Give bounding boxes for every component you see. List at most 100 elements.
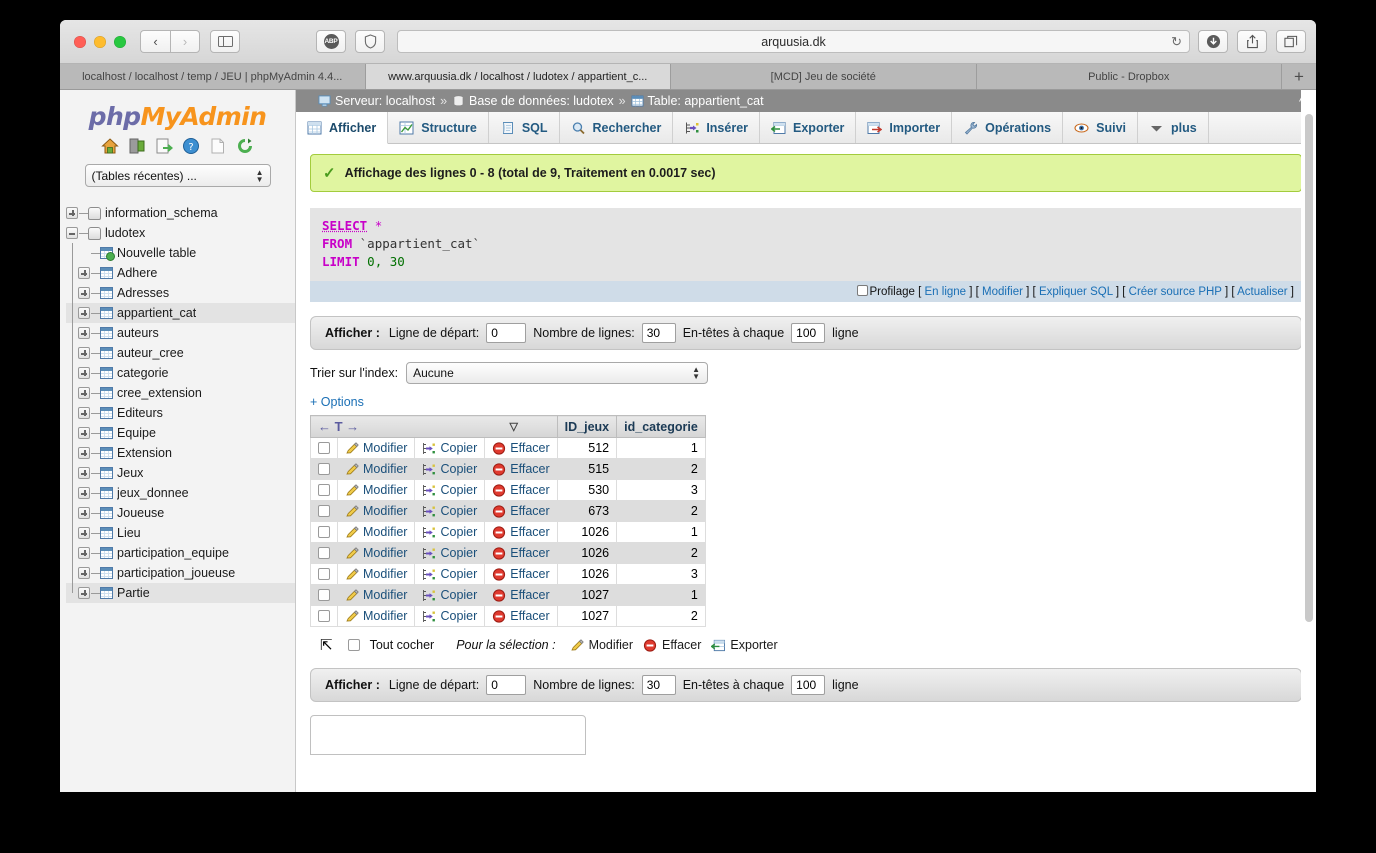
- row-copier-cell[interactable]: Copier: [414, 479, 486, 501]
- row-modifier-cell[interactable]: Modifier: [336, 479, 416, 501]
- row-copier-link[interactable]: Copier: [440, 504, 477, 518]
- row-checkbox-cell[interactable]: [310, 437, 338, 459]
- cell-id-categorie[interactable]: 1: [616, 521, 706, 543]
- tree-item-auteur-cree[interactable]: auteur_cree: [66, 343, 295, 363]
- row-copier-link[interactable]: Copier: [440, 441, 477, 455]
- header-id-jeux[interactable]: ID_jeux: [556, 415, 618, 438]
- row-checkbox-cell[interactable]: [310, 584, 338, 606]
- row-modifier-cell[interactable]: Modifier: [336, 542, 416, 564]
- cell-id-categorie[interactable]: 1: [616, 584, 706, 606]
- row-effacer-link[interactable]: Effacer: [510, 588, 549, 602]
- row-checkbox-cell[interactable]: [310, 479, 338, 501]
- cell-id-categorie[interactable]: 1: [616, 437, 706, 459]
- tree-item-lieu[interactable]: Lieu: [66, 523, 295, 543]
- table-row[interactable]: Modifier Copier Effacer 1026 1: [310, 521, 706, 543]
- browser-tab-0[interactable]: localhost / localhost / temp / JEU | php…: [60, 64, 366, 89]
- row-checkbox[interactable]: [318, 568, 330, 580]
- check-all-checkbox[interactable]: [347, 639, 360, 651]
- tree-item-ludotex[interactable]: ludotex: [66, 223, 295, 243]
- browser-tab-3[interactable]: Public - Dropbox: [976, 64, 1282, 89]
- row-modifier-link[interactable]: Modifier: [363, 609, 407, 623]
- row-modifier-link[interactable]: Modifier: [363, 483, 407, 497]
- num-rows-input-top[interactable]: 30: [641, 323, 676, 343]
- tree-item-information-schema[interactable]: information_schema: [66, 203, 295, 223]
- table-row[interactable]: Modifier Copier Effacer 1027 1: [310, 584, 706, 606]
- tab-afficher[interactable]: Afficher: [296, 112, 389, 144]
- privacy-shield-button[interactable]: [355, 30, 385, 53]
- expand-icon[interactable]: [78, 307, 90, 319]
- tree-item-auteurs[interactable]: auteurs: [66, 323, 295, 343]
- row-modifier-link[interactable]: Modifier: [363, 441, 407, 455]
- table-row[interactable]: Modifier Copier Effacer 673 2: [310, 500, 706, 522]
- row-copier-link[interactable]: Copier: [440, 525, 477, 539]
- row-copier-link[interactable]: Copier: [440, 609, 477, 623]
- export-doc-icon[interactable]: [155, 137, 173, 155]
- num-rows-input-bottom[interactable]: 30: [641, 675, 676, 695]
- row-effacer-link[interactable]: Effacer: [510, 609, 549, 623]
- row-copier-cell[interactable]: Copier: [414, 437, 486, 459]
- minimize-window-button[interactable]: [94, 35, 106, 48]
- expand-icon[interactable]: [78, 447, 90, 459]
- tab-overview-button[interactable]: [1276, 30, 1306, 53]
- row-copier-cell[interactable]: Copier: [414, 521, 486, 543]
- expand-icon[interactable]: [78, 467, 90, 479]
- row-checkbox[interactable]: [318, 526, 330, 538]
- expand-icon[interactable]: [78, 527, 90, 539]
- cell-id-categorie[interactable]: 2: [616, 500, 706, 522]
- breadcrumb-database[interactable]: Base de données: ludotex: [469, 94, 614, 108]
- sidebar-toggle-button[interactable]: [210, 30, 240, 53]
- tab-suivi[interactable]: Suivi: [1063, 112, 1138, 143]
- row-checkbox[interactable]: [318, 505, 330, 517]
- bulk-exporter-button[interactable]: Exporter: [711, 638, 778, 652]
- tree-item-extension[interactable]: Extension: [66, 443, 295, 463]
- row-checkbox[interactable]: [318, 463, 330, 475]
- cell-id-categorie[interactable]: 3: [616, 563, 706, 585]
- row-copier-cell[interactable]: Copier: [414, 500, 486, 522]
- row-effacer-cell[interactable]: Effacer: [484, 563, 558, 585]
- sort-caret-icon[interactable]: ▽: [510, 420, 518, 433]
- row-effacer-cell[interactable]: Effacer: [484, 500, 558, 522]
- tree-item-participation-joueuse[interactable]: participation_joueuse: [66, 563, 295, 583]
- link-creer-source-php[interactable]: Créer source PHP: [1129, 286, 1222, 298]
- tree-item-joueuse[interactable]: Joueuse: [66, 503, 295, 523]
- bulk-modifier-button[interactable]: Modifier: [570, 638, 633, 652]
- headers-input-top[interactable]: 100: [791, 323, 826, 343]
- expand-icon[interactable]: [78, 267, 90, 279]
- expand-icon[interactable]: [78, 507, 90, 519]
- row-modifier-link[interactable]: Modifier: [363, 546, 407, 560]
- table-row[interactable]: Modifier Copier Effacer 515 2: [310, 458, 706, 480]
- row-effacer-link[interactable]: Effacer: [510, 546, 549, 560]
- cell-id-jeux[interactable]: 1027: [556, 605, 618, 627]
- start-row-input-top[interactable]: 0: [486, 323, 527, 343]
- tree-item-cree-extension[interactable]: cree_extension: [66, 383, 295, 403]
- header-id-categorie[interactable]: id_categorie: [616, 415, 706, 438]
- row-modifier-link[interactable]: Modifier: [363, 567, 407, 581]
- expand-icon[interactable]: [78, 287, 90, 299]
- row-modifier-link[interactable]: Modifier: [363, 588, 407, 602]
- tree-item-jeux[interactable]: Jeux: [66, 463, 295, 483]
- expand-icon[interactable]: [66, 207, 78, 219]
- cell-id-jeux[interactable]: 515: [556, 458, 618, 480]
- breadcrumb-table[interactable]: Table: appartient_cat: [648, 94, 764, 108]
- cell-id-categorie[interactable]: 2: [616, 542, 706, 564]
- reload-icon[interactable]: ↻: [1171, 34, 1182, 50]
- link-modifier[interactable]: Modifier: [982, 286, 1023, 298]
- row-effacer-cell[interactable]: Effacer: [484, 521, 558, 543]
- row-modifier-link[interactable]: Modifier: [363, 504, 407, 518]
- tab-structure[interactable]: Structure: [388, 112, 489, 143]
- row-copier-cell[interactable]: Copier: [414, 458, 486, 480]
- expand-icon[interactable]: [78, 387, 90, 399]
- tab-importer[interactable]: Importer: [856, 112, 953, 143]
- share-button[interactable]: [1237, 30, 1267, 53]
- row-checkbox[interactable]: [318, 547, 330, 559]
- row-copier-link[interactable]: Copier: [440, 567, 477, 581]
- expand-icon[interactable]: [78, 347, 90, 359]
- tree-item-editeurs[interactable]: Editeurs: [66, 403, 295, 423]
- tab-plus[interactable]: plus: [1138, 112, 1209, 143]
- row-checkbox-cell[interactable]: [310, 458, 338, 480]
- row-effacer-cell[interactable]: Effacer: [484, 584, 558, 606]
- row-checkbox-cell[interactable]: [310, 563, 338, 585]
- adblock-button[interactable]: ABP: [316, 30, 346, 53]
- row-effacer-cell[interactable]: Effacer: [484, 605, 558, 627]
- row-effacer-link[interactable]: Effacer: [510, 441, 549, 455]
